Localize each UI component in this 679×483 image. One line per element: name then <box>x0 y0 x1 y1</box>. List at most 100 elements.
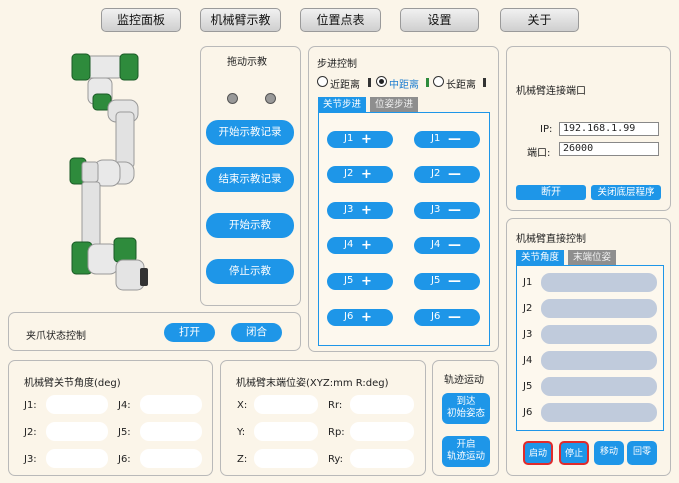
pose-rr-field <box>350 395 414 414</box>
stop-button[interactable]: 停止 <box>559 441 589 465</box>
mid-marker <box>426 78 429 87</box>
start-button[interactable]: 启动 <box>523 441 553 465</box>
pose-rp-label: Rp: <box>328 427 345 438</box>
joint-angles-panel: 机械臂关节角度(deg) J1: J4: J2: J5: J3: J6: <box>8 360 213 476</box>
j2-minus-button[interactable]: J2— <box>414 166 480 183</box>
j3-plus-button[interactable]: J3 + <box>327 202 393 219</box>
trajectory-title: 轨迹运动 <box>444 375 484 386</box>
tab-monitor-panel[interactable]: 监控面板 <box>101 8 181 32</box>
reach-initial-pose-line1: 到达 <box>456 396 476 407</box>
tab-end-pose[interactable]: 末端位姿 <box>568 250 616 265</box>
move-button[interactable]: 移动 <box>594 441 624 465</box>
j2-plus-button[interactable]: J2 + <box>327 166 393 183</box>
j4-minus-button[interactable]: J4— <box>414 237 480 254</box>
radio-far-label: 长距离 <box>446 80 476 91</box>
joint-angles-title: 机械臂关节角度(deg) <box>24 378 121 389</box>
robot-arm-image <box>60 44 170 299</box>
port-input[interactable]: 26000 <box>559 142 659 156</box>
port-label: 端口: <box>527 148 551 159</box>
angle-j1-field <box>46 395 108 414</box>
angle-j3-field <box>46 449 108 468</box>
angle-j6-field <box>140 449 202 468</box>
radio-mid-label: 中距离 <box>389 80 419 91</box>
ip-label: IP: <box>540 124 553 135</box>
near-marker <box>368 78 371 87</box>
tab-pose-step[interactable]: 位姿步进 <box>370 97 418 112</box>
tab-joint-angle[interactable]: 关节角度 <box>516 250 564 265</box>
pose-x-field <box>254 395 318 414</box>
direct-joint-area: J1 J2 J3 J4 J5 J6 <box>516 265 664 431</box>
j6-minus-button[interactable]: J6— <box>414 309 480 326</box>
pose-rp-field <box>350 422 414 441</box>
j5-plus-button[interactable]: J5 + <box>327 273 393 290</box>
direct-j2-label: J2 <box>523 303 533 314</box>
pose-y-label: Y: <box>237 427 246 438</box>
start-trajectory-line2: 轨迹运动 <box>446 451 485 462</box>
reach-initial-pose-line2: 初始姿态 <box>446 408 485 419</box>
direct-j5-label: J5 <box>523 381 533 392</box>
angle-j4-label: J4: <box>118 400 131 411</box>
start-teach-button[interactable]: 开始示教 <box>206 213 294 238</box>
stop-teach-button[interactable]: 停止示教 <box>206 259 294 284</box>
gripper-title: 夹爪状态控制 <box>26 331 86 342</box>
angle-j5-field <box>140 422 202 441</box>
trajectory-panel: 轨迹运动 到达 初始姿态 开启 轨迹运动 <box>432 360 499 476</box>
home-button[interactable]: 回零 <box>627 441 657 465</box>
indicator-left <box>227 93 238 104</box>
close-program-button[interactable]: 关闭底层程序 <box>591 185 661 200</box>
radio-far[interactable] <box>433 76 444 87</box>
radio-mid[interactable] <box>376 76 387 87</box>
far-marker <box>483 78 486 87</box>
angle-j6-label: J6: <box>118 454 131 465</box>
joint-step-area: J1 + J1— J2 + J2— J3 + J3— J4 + J4— J5 + J5— … <box>318 112 490 346</box>
drag-teach-panel: 拖动示教 开始示教记录 结束示教记录 开始示教 停止示教 <box>200 46 301 306</box>
indicator-right <box>265 93 276 104</box>
tab-joint-step[interactable]: 关节步进 <box>318 97 366 112</box>
j1-minus-button[interactable]: J1— <box>414 131 480 148</box>
start-trajectory-button[interactable]: 开启 轨迹运动 <box>442 436 490 467</box>
j6-plus-button[interactable]: J6 + <box>327 309 393 326</box>
gripper-panel: 夹爪状态控制 打开 闭合 <box>8 312 301 351</box>
j5-minus-button[interactable]: J5— <box>414 273 480 290</box>
tab-arm-teaching[interactable]: 机械臂示教 <box>200 8 281 32</box>
direct-j3-slider[interactable] <box>541 325 657 344</box>
end-teach-record-button[interactable]: 结束示教记录 <box>206 167 294 192</box>
direct-j5-slider[interactable] <box>541 377 657 396</box>
start-trajectory-line1: 开启 <box>456 439 476 450</box>
connection-title: 机械臂连接端口 <box>516 86 586 97</box>
pose-x-label: X: <box>237 400 248 411</box>
reach-initial-pose-button[interactable]: 到达 初始姿态 <box>442 393 490 424</box>
direct-j6-label: J6 <box>523 407 533 418</box>
angle-j1-label: J1: <box>24 400 37 411</box>
direct-j4-label: J4 <box>523 355 533 366</box>
drag-teach-title: 拖动示教 <box>227 57 267 68</box>
j4-plus-button[interactable]: J4 + <box>327 237 393 254</box>
end-pose-panel: 机械臂末端位姿(XYZ:mm R:deg) X: Rr: Y: Rp: Z: R… <box>220 360 426 476</box>
angle-j5-label: J5: <box>118 427 131 438</box>
j1-plus-button[interactable]: J1 + <box>327 131 393 148</box>
tab-position-table[interactable]: 位置点表 <box>300 8 381 32</box>
angle-j3-label: J3: <box>24 454 37 465</box>
pose-z-label: Z: <box>237 454 248 465</box>
radio-near-label: 近距离 <box>330 80 360 91</box>
gripper-open-button[interactable]: 打开 <box>164 323 215 342</box>
j3-minus-button[interactable]: J3— <box>414 202 480 219</box>
tab-about[interactable]: 关于 <box>500 8 579 32</box>
angle-j2-field <box>46 422 108 441</box>
direct-j2-slider[interactable] <box>541 299 657 318</box>
pose-y-field <box>254 422 318 441</box>
radio-near[interactable] <box>317 76 328 87</box>
direct-j6-slider[interactable] <box>541 403 657 422</box>
start-teach-record-button[interactable]: 开始示教记录 <box>206 120 294 145</box>
pose-z-field <box>254 449 318 468</box>
disconnect-button[interactable]: 断开 <box>516 185 586 200</box>
pose-rr-label: Rr: <box>328 400 343 411</box>
step-control-panel: 步进控制 近距离 中距离 长距离 关节步进 位姿步进 J1 + J1— J2 + J… <box>308 46 499 352</box>
ip-input[interactable]: 192.168.1.99 <box>559 122 659 136</box>
direct-control-title: 机械臂直接控制 <box>516 234 586 245</box>
direct-j1-slider[interactable] <box>541 273 657 292</box>
direct-j4-slider[interactable] <box>541 351 657 370</box>
gripper-close-button[interactable]: 闭合 <box>231 323 282 342</box>
tab-settings[interactable]: 设置 <box>400 8 479 32</box>
direct-j3-label: J3 <box>523 329 533 340</box>
